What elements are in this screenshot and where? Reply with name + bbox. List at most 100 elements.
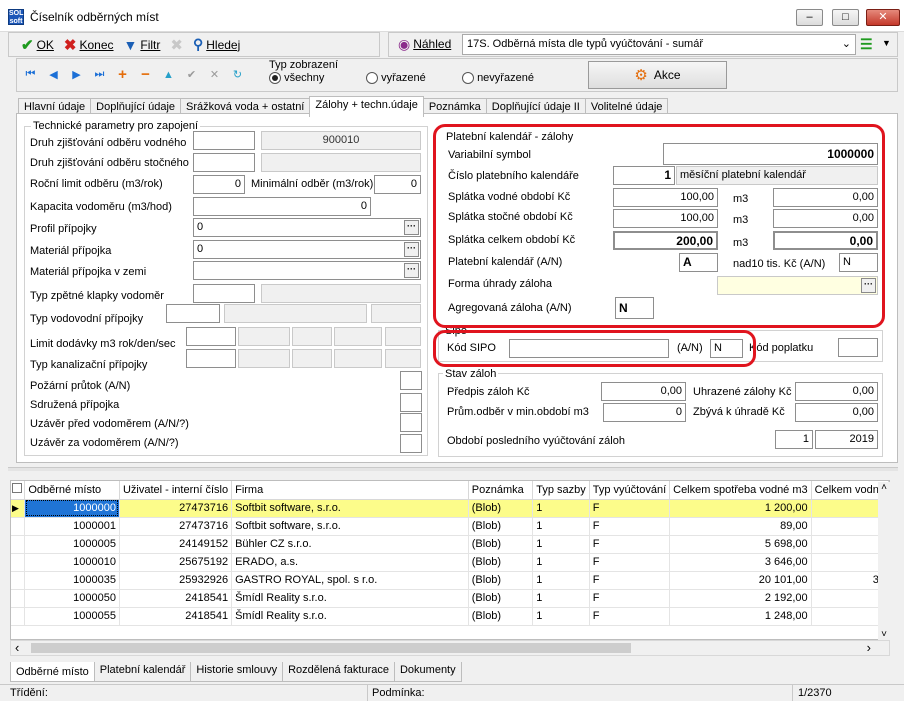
table-cell[interactable]: (Blob) (468, 517, 534, 536)
table-cell[interactable]: 1000055 (24, 607, 120, 626)
col-spotreba-vodne[interactable]: Celkem spotřeba vodné m3 (669, 481, 812, 500)
filtr-button[interactable]: ▼ Filtr (120, 34, 165, 56)
table-cell[interactable]: (Blob) (468, 535, 534, 554)
hledej-button[interactable]: ⚲ Hledej (189, 34, 244, 56)
table-cell[interactable]: 25932926 (119, 571, 233, 590)
table-cell[interactable]: F (589, 517, 671, 536)
min-odber-input[interactable]: 0 (374, 175, 421, 194)
scroll-left-icon[interactable]: ‹ (15, 641, 19, 655)
table-cell[interactable]: GASTRO ROYAL, spol. s r.o. (231, 571, 469, 590)
nahled-button[interactable]: ◉ Náhled (394, 33, 455, 55)
btab-platebni-kalendar[interactable]: Platební kalendář (93, 662, 192, 682)
rocni-limit-input[interactable]: 0 (193, 175, 245, 194)
horizontal-scroll-thumb[interactable] (31, 643, 631, 653)
konec-button[interactable]: ✖ Konec (60, 34, 118, 56)
table-cell[interactable]: 1 200,00 (669, 499, 812, 518)
table-cell[interactable]: 1 (532, 607, 590, 626)
row-indicator[interactable] (11, 535, 26, 554)
table-cell[interactable]: 1 248,00 (669, 607, 812, 626)
col-celkem-vodne[interactable]: Celkem vodné (811, 481, 889, 500)
row-indicator[interactable] (11, 517, 26, 536)
maximize-button[interactable]: □ (832, 9, 859, 26)
scroll-up-icon[interactable]: ˄ (878, 482, 890, 493)
col-firma[interactable]: Firma (231, 481, 469, 500)
table-row[interactable]: 1000001 27473716 Softbit software, s.r.o.(… (11, 517, 889, 536)
material-zemi-browse-button[interactable]: ··· (404, 263, 419, 278)
col-typ-sazby[interactable]: Typ sazby (532, 481, 590, 500)
table-cell[interactable]: Softbit software, s.r.o. (231, 517, 469, 536)
table-cell[interactable]: F (589, 553, 671, 572)
uzaver-pred-input[interactable] (400, 413, 422, 432)
material-zemi-input[interactable]: ··· (193, 261, 421, 280)
table-cell[interactable]: 37 (811, 571, 889, 590)
table-cell[interactable]: 89,00 (669, 517, 812, 536)
refresh-icon[interactable]: ↻ (227, 64, 248, 85)
table-cell[interactable]: 6 (811, 553, 889, 572)
table-cell[interactable]: 5 698,00 (669, 535, 812, 554)
table-cell[interactable]: 4 (811, 589, 889, 608)
next-record-icon[interactable]: ▶ (66, 64, 87, 85)
table-cell[interactable]: 1 (532, 517, 590, 536)
table-cell[interactable]: 1 (532, 571, 590, 590)
last-record-icon[interactable]: ⏭ (89, 64, 110, 85)
table-cell[interactable]: 20 101,00 (669, 571, 812, 590)
row-indicator[interactable] (11, 553, 26, 572)
radio-vyrazene[interactable]: vyřazené (366, 72, 426, 85)
table-row[interactable]: 1000005 24149152 Bühler CZ s.r.o. (Blob) 1 F 5… (11, 535, 889, 554)
table-cell[interactable] (811, 535, 889, 554)
table-cell[interactable]: F (589, 589, 671, 608)
first-record-icon[interactable]: ⏮ (20, 64, 41, 85)
table-cell[interactable]: 1000000 (24, 499, 120, 518)
table-cell[interactable]: 2418541 (119, 607, 233, 626)
table-cell[interactable]: Šmídl Reality s.r.o. (231, 607, 469, 626)
add-record-icon[interactable]: + (112, 64, 133, 85)
material-input[interactable]: 0 ··· (193, 240, 421, 259)
vertical-scrollbar[interactable]: ˄ ˅ (878, 482, 890, 640)
btab-rozdelena-fakturace[interactable]: Rozdělená fakturace (282, 662, 395, 682)
options-dropdown-icon[interactable]: ▼ (882, 38, 891, 48)
table-cell[interactable]: 2418541 (119, 589, 233, 608)
table-cell[interactable]: 1 (532, 499, 590, 518)
delete-record-icon[interactable]: − (135, 64, 156, 85)
vodovodni-input[interactable] (166, 304, 220, 323)
scroll-right-icon[interactable]: › (867, 641, 871, 655)
btab-historie-smlouvy[interactable]: Historie smlouvy (190, 662, 284, 682)
col-uzivatel[interactable]: Uživatel - interní číslo (119, 481, 233, 500)
pozarni-input[interactable] (400, 371, 422, 390)
table-cell[interactable]: 1000010 (24, 553, 120, 572)
table-cell[interactable]: 3 (811, 499, 889, 518)
table-cell[interactable]: 3 646,00 (669, 553, 812, 572)
table-row[interactable]: 1000055 2418541 Šmídl Reality s.r.o. (Blob)… (11, 607, 889, 626)
table-cell[interactable]: Softbit software, s.r.o. (231, 499, 469, 518)
row-indicator[interactable]: ▶ (11, 499, 26, 518)
table-row[interactable]: 1000050 2418541 Šmídl Reality s.r.o. (Blob)… (11, 589, 889, 608)
table-cell[interactable]: Bühler CZ s.r.o. (231, 535, 469, 554)
kapacita-input[interactable]: 0 (193, 197, 371, 216)
edit-record-icon[interactable]: ▲ (158, 64, 179, 85)
radio-vsechny[interactable]: všechny (269, 72, 324, 85)
table-row[interactable]: 1000010 25675192 ERADO, a.s. (Blob) 1 F 3 646,… (11, 553, 889, 572)
limit-rok-input[interactable] (186, 327, 236, 346)
table-cell[interactable]: 27473716 (119, 499, 233, 518)
row-indicator[interactable] (11, 589, 26, 608)
table-cell[interactable]: (Blob) (468, 499, 534, 518)
cancel-record-icon[interactable]: ✕ (204, 64, 225, 85)
prev-record-icon[interactable]: ◀ (43, 64, 64, 85)
table-row[interactable]: 1000035 25932926 GASTRO ROYAL, spol. s r.o… (11, 571, 889, 590)
row-indicator[interactable] (11, 571, 26, 590)
table-cell[interactable]: 25675192 (119, 553, 233, 572)
list-options-icon[interactable]: ☰ (860, 36, 873, 53)
sdruzena-input[interactable] (400, 393, 422, 412)
scroll-down-icon[interactable]: ˅ (878, 629, 890, 640)
table-cell[interactable]: 1000050 (24, 589, 120, 608)
table-cell[interactable]: (Blob) (468, 553, 534, 572)
tab-zalohy-techn-udaje[interactable]: Zálohy + techn.údaje (309, 96, 424, 117)
table-cell[interactable]: Šmídl Reality s.r.o. (231, 589, 469, 608)
table-cell[interactable]: 1000005 (24, 535, 120, 554)
view-select[interactable]: 17S. Odběrná místa dle typů vyúčtování -… (462, 34, 856, 55)
table-cell[interactable]: F (589, 607, 671, 626)
table-cell[interactable]: (Blob) (468, 571, 534, 590)
col-typ-vyuctovani[interactable]: Typ vyúčtování (589, 481, 671, 500)
table-cell[interactable]: 24149152 (119, 535, 233, 554)
table-cell[interactable]: 1 (532, 535, 590, 554)
